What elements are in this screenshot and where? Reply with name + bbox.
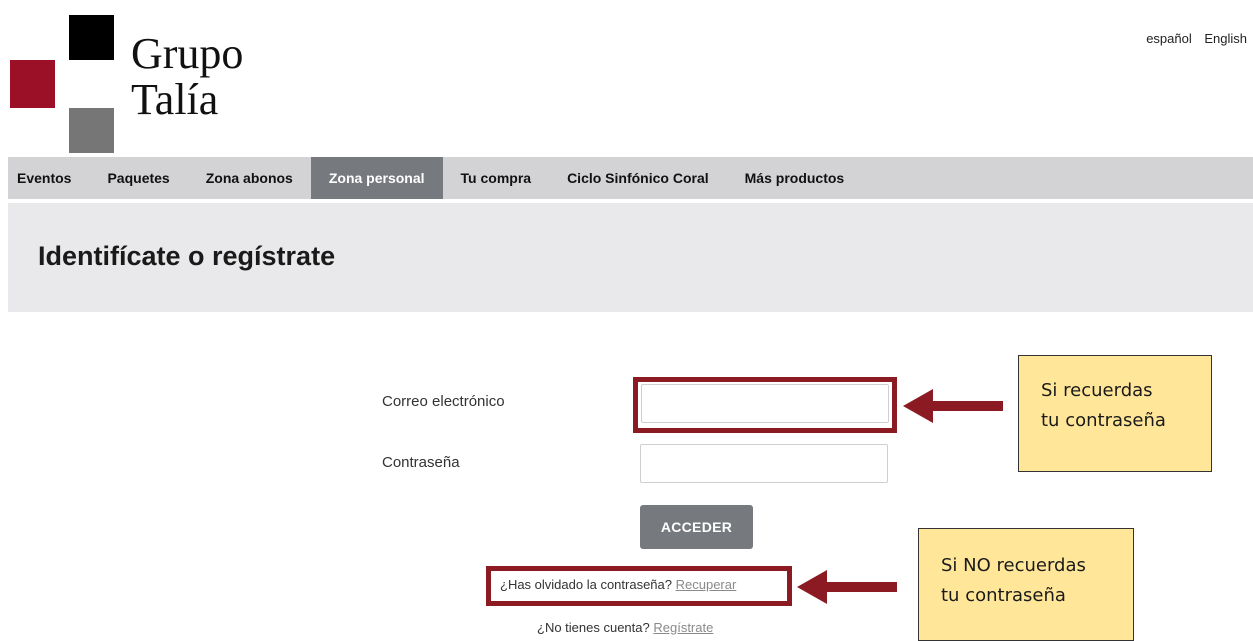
- arrow-left-icon: [903, 389, 1003, 423]
- nav-item-paquetes[interactable]: Paquetes: [89, 157, 187, 199]
- register-text: ¿No tienes cuenta?: [537, 620, 650, 635]
- language-switcher: español English: [1137, 31, 1247, 46]
- logo-text: Grupo Talía: [131, 31, 243, 123]
- password-label: Contraseña: [382, 454, 460, 471]
- login-button[interactable]: ACCEDER: [640, 505, 753, 549]
- page-header: Identifícate o regístrate: [8, 203, 1253, 312]
- callout-remember-password: Si recuerdas tu contraseña: [1018, 355, 1212, 472]
- password-field[interactable]: [640, 444, 888, 483]
- logo-square-black: [69, 15, 114, 60]
- callout-line: tu contraseña: [1041, 410, 1166, 431]
- email-highlight-box: [633, 377, 897, 433]
- callout-forgot-password: Si NO recuerdas tu contraseña: [918, 528, 1134, 641]
- nav-item-zona-abonos[interactable]: Zona abonos: [188, 157, 311, 199]
- callout-line: Si NO recuerdas: [941, 555, 1086, 576]
- logo-square-gray: [69, 108, 114, 153]
- logo-text-line1: Grupo: [131, 29, 244, 78]
- callout-line: tu contraseña: [941, 585, 1066, 606]
- register-link[interactable]: Regístrate: [653, 620, 713, 635]
- register-row: ¿No tienes cuenta? Regístrate: [537, 620, 713, 635]
- forgot-highlight-box: [486, 566, 792, 606]
- language-link-en[interactable]: English: [1204, 31, 1247, 46]
- language-link-es[interactable]: español: [1146, 31, 1192, 46]
- logo-square-red: [10, 60, 55, 108]
- nav-item-zona-personal[interactable]: Zona personal: [310, 157, 443, 199]
- nav-item-ciclo-sinfonico-coral[interactable]: Ciclo Sinfónico Coral: [549, 157, 727, 199]
- logo[interactable]: Grupo Talía: [10, 15, 310, 155]
- callout-line: Si recuerdas: [1041, 380, 1153, 401]
- nav-item-mas-productos[interactable]: Más productos: [727, 157, 863, 199]
- page-title: Identifícate o regístrate: [38, 241, 336, 271]
- nav-item-eventos[interactable]: Eventos: [8, 157, 89, 199]
- main-nav: Eventos Paquetes Zona abonos Zona person…: [8, 157, 1253, 199]
- nav-item-tu-compra[interactable]: Tu compra: [443, 157, 550, 199]
- logo-text-line2: Talía: [131, 75, 219, 124]
- email-label: Correo electrónico: [382, 393, 505, 410]
- arrow-left-icon: [797, 570, 897, 604]
